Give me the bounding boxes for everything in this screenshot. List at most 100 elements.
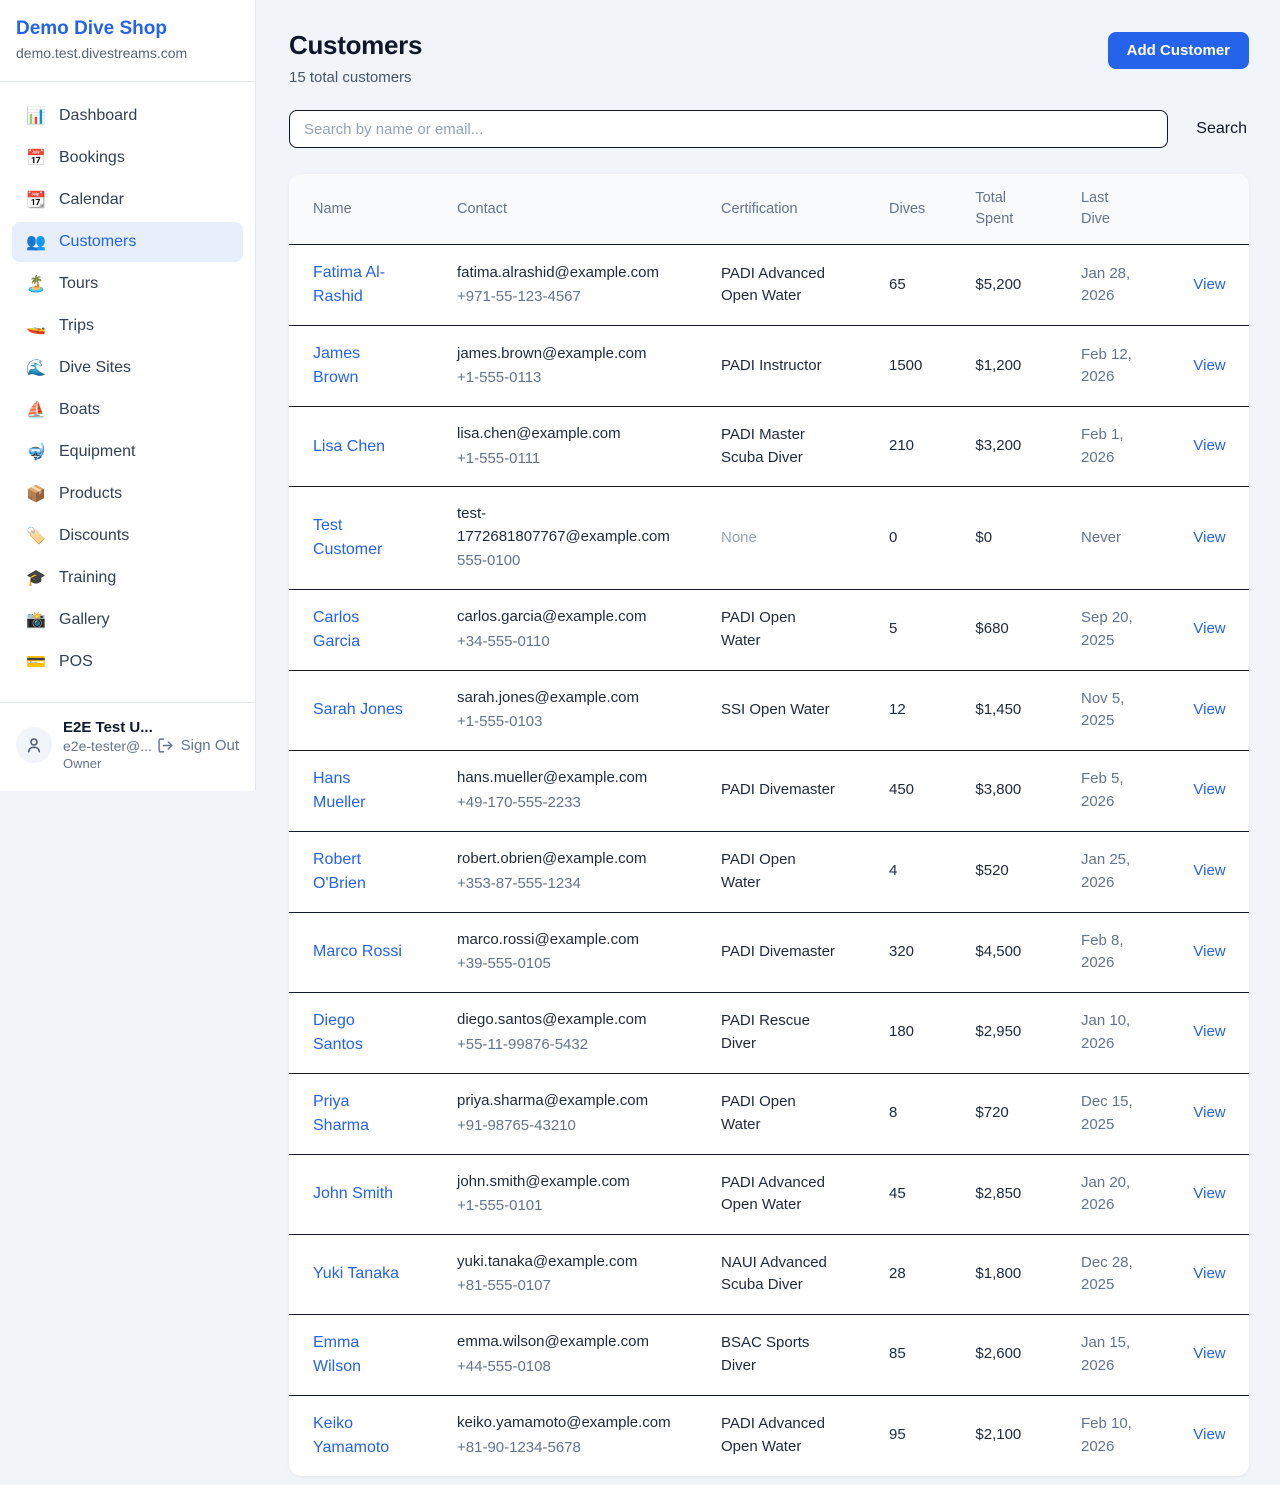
search-input[interactable] (289, 110, 1168, 148)
sidebar-item-label: Trips (59, 317, 94, 335)
customer-dives: 28 (889, 1234, 975, 1314)
customer-name-link[interactable]: Carlos Garcia (313, 606, 405, 654)
column-header-actions (1167, 174, 1249, 245)
search-row: Search (289, 110, 1249, 148)
customer-total-spent: $2,850 (975, 1154, 1081, 1234)
view-link[interactable]: View (1167, 1102, 1225, 1125)
sign-out-button[interactable]: Sign Out (157, 737, 239, 754)
customer-dives: 5 (889, 589, 975, 670)
customer-last-dive: Jan 10, 2026 (1081, 992, 1167, 1073)
customer-name-link[interactable]: Hans Mueller (313, 767, 405, 815)
view-link[interactable]: View (1167, 860, 1225, 883)
customer-name-link[interactable]: Emma Wilson (313, 1331, 405, 1379)
customer-dives: 8 (889, 1073, 975, 1154)
customer-email: fatima.alrashid@example.com (457, 262, 662, 285)
customer-name-link[interactable]: John Smith (313, 1182, 393, 1206)
customer-last-dive: Never (1081, 487, 1167, 590)
dive-sites-icon: 🌊 (26, 358, 46, 378)
sign-out-label: Sign Out (181, 737, 239, 754)
customer-last-dive: Jan 20, 2026 (1081, 1154, 1167, 1234)
view-link[interactable]: View (1167, 435, 1225, 458)
customer-email: robert.obrien@example.com (457, 848, 662, 871)
customer-certification: PADI Open Water (721, 607, 839, 652)
customer-name-link[interactable]: Sarah Jones (313, 698, 403, 722)
customer-name-link[interactable]: Marco Rossi (313, 940, 402, 964)
customer-certification: PADI Divemaster (721, 941, 835, 964)
sidebar-item-customers[interactable]: 👥 Customers (12, 222, 243, 262)
customer-name-link[interactable]: Keiko Yamamoto (313, 1412, 405, 1460)
column-header-name: Name (289, 174, 457, 245)
sidebar-item-label: Equipment (59, 443, 136, 461)
customer-name-link[interactable]: Robert O'Brien (313, 848, 405, 896)
customer-dives: 12 (889, 670, 975, 750)
view-link[interactable]: View (1167, 699, 1225, 722)
customer-total-spent: $2,600 (975, 1314, 1081, 1395)
sidebar-item-equipment[interactable]: 🤿Equipment (12, 432, 243, 472)
customer-last-dive: Feb 10, 2026 (1081, 1395, 1167, 1476)
customer-name-link[interactable]: Diego Santos (313, 1009, 405, 1057)
customer-total-spent: $720 (975, 1073, 1081, 1154)
customer-last-dive: Feb 12, 2026 (1081, 326, 1167, 407)
sidebar-item-dive-sites[interactable]: 🌊Dive Sites (12, 348, 243, 388)
view-link[interactable]: View (1167, 1424, 1225, 1447)
customer-name-link[interactable]: James Brown (313, 342, 405, 390)
customer-name-link[interactable]: Yuki Tanaka (313, 1262, 399, 1286)
customer-last-dive: Feb 1, 2026 (1081, 407, 1167, 487)
training-icon: 🎓 (26, 568, 46, 588)
view-link[interactable]: View (1167, 355, 1225, 378)
customer-name-link[interactable]: Fatima Al-Rashid (313, 261, 405, 309)
view-link[interactable]: View (1167, 779, 1225, 802)
sidebar-item-discounts[interactable]: 🏷️Discounts (12, 516, 243, 556)
customer-phone: +49-170-555-2233 (457, 792, 709, 815)
sidebar-item-label: Customers (59, 233, 136, 251)
customer-name-link[interactable]: Test Customer (313, 514, 405, 562)
customer-email: sarah.jones@example.com (457, 687, 662, 710)
customer-email: yuki.tanaka@example.com (457, 1251, 662, 1274)
customer-dives: 450 (889, 750, 975, 831)
view-link[interactable]: View (1167, 1021, 1225, 1044)
sidebar-item-gallery[interactable]: 📸Gallery (12, 600, 243, 640)
sidebar-item-tours[interactable]: 🏝️Tours (12, 264, 243, 304)
view-link[interactable]: View (1167, 527, 1225, 550)
view-link[interactable]: View (1167, 1343, 1225, 1366)
sidebar-item-boats[interactable]: ⛵Boats (12, 390, 243, 430)
customer-phone: +39-555-0105 (457, 953, 709, 976)
sidebar-item-calendar[interactable]: 📆Calendar (12, 180, 243, 220)
column-header-total-spent: Total Spent (975, 174, 1081, 245)
add-customer-button[interactable]: Add Customer (1108, 32, 1249, 69)
customer-phone: +81-555-0107 (457, 1275, 709, 1298)
sign-out-icon (157, 737, 174, 754)
search-button[interactable]: Search (1194, 114, 1249, 144)
view-link[interactable]: View (1167, 941, 1225, 964)
customer-certification: BSAC Sports Diver (721, 1332, 839, 1377)
view-link[interactable]: View (1167, 618, 1225, 641)
view-link[interactable]: View (1167, 1263, 1225, 1286)
user-info: E2E Test U... e2e-tester@... Owner (63, 719, 146, 771)
sidebar-item-bookings[interactable]: 📅Bookings (12, 138, 243, 178)
view-link[interactable]: View (1167, 274, 1225, 297)
sidebar-item-products[interactable]: 📦Products (12, 474, 243, 514)
customer-last-dive: Nov 5, 2025 (1081, 670, 1167, 750)
customer-name-link[interactable]: Lisa Chen (313, 435, 385, 459)
customer-total-spent: $1,450 (975, 670, 1081, 750)
view-link[interactable]: View (1167, 1183, 1225, 1206)
customer-total-spent: $1,800 (975, 1234, 1081, 1314)
customers-icon: 👥 (26, 232, 46, 252)
customer-dives: 180 (889, 992, 975, 1073)
gallery-icon: 📸 (26, 610, 46, 630)
user-section: E2E Test U... e2e-tester@... Owner Sign … (0, 702, 255, 787)
sidebar-item-pos[interactable]: 💳POS (12, 642, 243, 682)
customer-phone: +81-90-1234-5678 (457, 1437, 709, 1460)
customer-name-link[interactable]: Priya Sharma (313, 1090, 405, 1138)
customer-email: keiko.yamamoto@example.com (457, 1412, 662, 1435)
sidebar-item-training[interactable]: 🎓Training (12, 558, 243, 598)
customer-email: lisa.chen@example.com (457, 423, 662, 446)
table-header-row: NameContactCertificationDivesTotal Spent… (289, 174, 1249, 245)
customer-dives: 1500 (889, 326, 975, 407)
customer-row: Priya Sharmapriya.sharma@example.com+91-… (289, 1073, 1249, 1154)
customer-last-dive: Sep 20, 2025 (1081, 589, 1167, 670)
customer-total-spent: $3,200 (975, 407, 1081, 487)
sidebar-item-dashboard[interactable]: 📊Dashboard (12, 96, 243, 136)
sidebar-item-trips[interactable]: 🚤Trips (12, 306, 243, 346)
customer-row: James Brownjames.brown@example.com+1-555… (289, 326, 1249, 407)
